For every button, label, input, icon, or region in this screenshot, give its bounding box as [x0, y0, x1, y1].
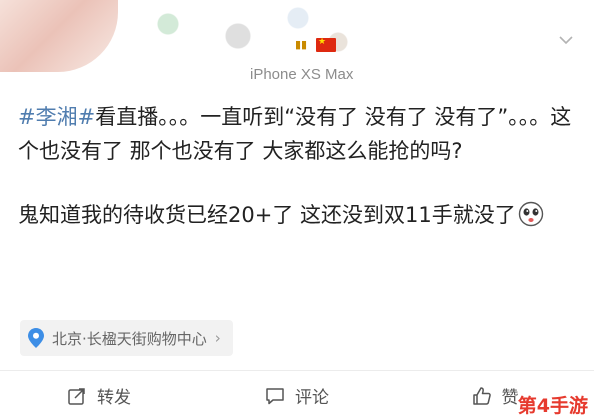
like-icon — [472, 386, 491, 405]
repost-icon — [68, 387, 85, 405]
like-label: 赞 — [501, 388, 519, 408]
emoji-icon — [518, 201, 543, 227]
chevron-down-icon[interactable] — [558, 32, 574, 48]
post-text-2: 鬼知道我的待收货已经20+了 这还没到双11手就没了 — [18, 203, 516, 227]
post-text-1: 看直播。。。一直听到“没有了 没有了 没有了”。。。这个也没有了 那个也没有了 … — [18, 105, 572, 163]
action-bar: 转发 评论 赞 — [0, 371, 594, 420]
post-header: ▮▮ iPhone XS Max — [0, 0, 594, 95]
post-paragraph-2: 鬼知道我的待收货已经20+了 这还没到双11手就没了 — [18, 198, 578, 232]
location-arrow: › — [214, 329, 221, 347]
user-badge-icon: ▮▮ — [294, 38, 308, 51]
china-flag-icon — [316, 37, 336, 52]
comment-icon — [266, 387, 284, 404]
location-pin-icon — [28, 328, 44, 348]
repost-label: 转发 — [97, 388, 131, 408]
avatar[interactable] — [0, 0, 118, 72]
location-label: 北京·长楹天街购物中心 — [52, 329, 207, 348]
location-tag[interactable]: 北京·长楹天街购物中心 › — [20, 320, 233, 356]
watermark-logo: 第4手游 — [517, 395, 588, 417]
user-badges: ▮▮ — [292, 37, 336, 52]
comment-label: 评论 — [295, 388, 329, 408]
comment-button[interactable]: 评论 — [198, 371, 396, 420]
topic-hashtag-link[interactable]: #李湘# — [18, 105, 95, 129]
post-content: #李湘#看直播。。。一直听到“没有了 没有了 没有了”。。。这个也没有了 那个也… — [18, 100, 578, 232]
device-source: iPhone XS Max — [250, 66, 354, 83]
repost-button[interactable]: 转发 — [0, 371, 198, 420]
weibo-post: ▮▮ iPhone XS Max #李湘#看直播。。。一直听到“没有了 没有了 … — [0, 0, 594, 420]
post-paragraph-1: #李湘#看直播。。。一直听到“没有了 没有了 没有了”。。。这个也没有了 那个也… — [18, 100, 578, 168]
